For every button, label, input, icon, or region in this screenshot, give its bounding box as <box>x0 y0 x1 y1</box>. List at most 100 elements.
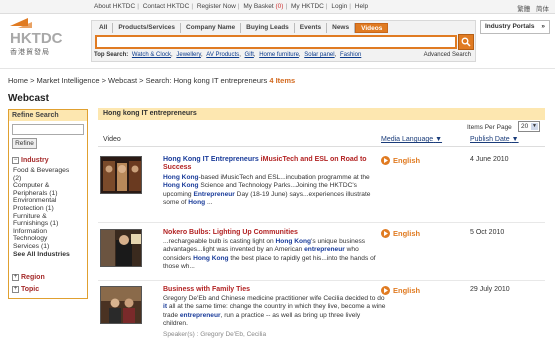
search-button[interactable] <box>458 34 474 50</box>
breadcrumb: Home > Market Intelligence > Webcast > S… <box>8 76 295 85</box>
page-title: Webcast <box>8 93 49 104</box>
tab-company[interactable]: Company Name <box>181 23 242 33</box>
publish-date: 5 Oct 2010 <box>470 229 505 236</box>
industry-item[interactable]: Food & Beverages (2) <box>13 167 75 182</box>
top-search-item[interactable]: Home furniture <box>259 52 299 58</box>
video-title-link[interactable]: Nokero Bulbs: Lighting Up Communities <box>163 229 373 237</box>
tab-buying-leads[interactable]: Buying Leads <box>241 23 295 33</box>
search-panel: All Products/Services Company Name Buyin… <box>91 20 476 62</box>
link-register[interactable]: Register Now <box>197 3 236 10</box>
publish-date: 4 June 2010 <box>470 156 509 163</box>
industry-item[interactable]: Information Technology Services (1) <box>13 228 75 251</box>
play-english-button[interactable]: English <box>381 156 420 165</box>
play-english-button[interactable]: English <box>381 286 420 295</box>
link-help[interactable]: Help <box>355 3 368 10</box>
per-page-label: Items Per Page <box>467 124 512 131</box>
column-publish-date[interactable]: Publish Date ▼ <box>470 136 519 143</box>
results-header: Hong kong IT entrepreneurs <box>98 108 545 120</box>
industry-item[interactable]: Furniture & Furnishings (1) <box>13 213 75 228</box>
top-search-item[interactable]: Fashion <box>340 52 361 58</box>
link-about[interactable]: About HKTDC <box>94 3 135 10</box>
play-english-button[interactable]: English <box>381 229 420 238</box>
per-page-value: 20 <box>521 123 529 130</box>
publish-date: 29 July 2010 <box>470 286 510 293</box>
top-search-item[interactable]: Solar panel <box>304 52 334 58</box>
play-icon <box>381 229 390 238</box>
top-links: About HKTDC | Contact HKTDC | Register Now… <box>94 3 369 10</box>
facet-industry-label: Industry <box>21 157 49 164</box>
column-video: Video <box>103 136 121 143</box>
row-divider <box>98 280 545 281</box>
play-icon <box>381 286 390 295</box>
industry-item[interactable]: Computer & Peripherals (1) <box>13 182 75 197</box>
per-page-select[interactable]: 20 ▼ <box>518 121 540 132</box>
row-divider <box>98 222 545 223</box>
refine-title: Refine Search <box>9 110 87 121</box>
video-description: Gregory De'Eb and Chinese medicine pract… <box>163 295 386 328</box>
see-all-industries-link[interactable]: See All Industries <box>13 251 75 259</box>
top-search: Top Search: Watch & Clock, Jewellery, AV… <box>94 52 362 58</box>
advanced-search-link[interactable]: Advanced Search <box>424 52 471 58</box>
video-title-link[interactable]: Business with Family Ties <box>163 286 373 294</box>
lang-simplified[interactable]: 简体 <box>536 6 549 13</box>
play-icon <box>381 156 390 165</box>
logo-chinese: 香港貿發局 <box>10 49 50 56</box>
portals-label: Industry Portals <box>485 23 535 30</box>
lang-traditional[interactable]: 繁體 <box>517 6 530 13</box>
language-label: English <box>393 286 421 295</box>
tab-all[interactable]: All <box>94 23 114 33</box>
result-row: Nokero Bulbs: Lighting Up Communities ..… <box>98 229 545 279</box>
top-search-item[interactable]: Watch & Clock <box>132 52 171 58</box>
language-label: English <box>393 229 421 238</box>
result-row: Hong Kong IT Entrepreneurs iMusicTech an… <box>98 156 545 218</box>
svg-text:HKTDC: HKTDC <box>10 30 63 46</box>
facet-industry[interactable]: − Industry <box>12 157 49 164</box>
result-row: Business with Family Ties Gregory De'Eb … <box>98 286 545 340</box>
refine-input[interactable] <box>12 124 84 135</box>
facet-topic-label: Topic <box>21 286 40 293</box>
industry-portals-dropdown[interactable]: Industry Portals » <box>480 20 550 34</box>
header-divider <box>0 68 555 69</box>
link-contact[interactable]: Contact HKTDC <box>143 3 190 10</box>
hktdc-logo[interactable]: HKTDC 香港貿發局 <box>8 16 84 60</box>
facet-region[interactable]: + Region <box>12 274 45 281</box>
video-description: Hong Kong-based iMusicTech and ESL...inc… <box>163 174 371 207</box>
search-icon <box>461 37 471 47</box>
video-thumbnail[interactable] <box>100 156 142 194</box>
facet-region-label: Region <box>21 274 45 281</box>
link-my-hktdc[interactable]: My HKTDC <box>291 3 324 10</box>
top-search-item[interactable]: AV Products <box>206 52 239 58</box>
video-thumbnail[interactable] <box>100 229 142 267</box>
tab-products[interactable]: Products/Services <box>113 23 182 33</box>
facet-topic[interactable]: + Topic <box>12 286 39 293</box>
video-description: ...rechargeable bulb is casting light on… <box>163 238 376 271</box>
basket-count: (0) <box>275 3 284 10</box>
speaker-line: Speaker(s) : Gregory De'Eb, Cecilia <box>163 331 267 338</box>
language-switch: 繁體 简体 <box>513 3 549 13</box>
portals-arrow: » <box>541 23 545 30</box>
top-search-label: Top Search: <box>94 52 129 58</box>
industry-list: Food & Beverages (2) Computer & Peripher… <box>13 167 75 258</box>
expand-icon: + <box>12 274 19 281</box>
video-title-link[interactable]: Hong Kong IT Entrepreneurs iMusicTech an… <box>163 156 373 172</box>
breadcrumb-path[interactable]: Home > Market Intelligence > Webcast > S… <box>8 76 267 85</box>
sort-icon: ▼ <box>435 136 443 143</box>
top-search-item[interactable]: Gift <box>245 52 254 58</box>
search-input[interactable] <box>95 35 457 49</box>
tab-events[interactable]: Events <box>295 23 328 33</box>
expand-icon: + <box>12 286 19 293</box>
top-bar: About HKTDC | Contact HKTDC | Register Now… <box>0 0 555 14</box>
top-search-item[interactable]: Jewellery <box>176 52 201 58</box>
refine-button[interactable]: Refine <box>12 138 37 149</box>
tab-videos[interactable]: Videos <box>355 23 389 33</box>
chevron-down-icon: ▼ <box>531 123 538 130</box>
link-login[interactable]: Login <box>331 3 347 10</box>
sort-icon: ▼ <box>511 136 519 143</box>
video-thumbnail[interactable] <box>100 286 142 324</box>
search-tabs: All Products/Services Company Name Buyin… <box>94 23 389 33</box>
result-count: 4 Items <box>269 76 296 85</box>
link-basket[interactable]: My Basket <box>243 3 273 10</box>
tab-news[interactable]: News <box>327 23 356 33</box>
column-media-language[interactable]: Media Language ▼ <box>381 136 442 143</box>
industry-item[interactable]: Environmental Protection (1) <box>13 197 75 212</box>
